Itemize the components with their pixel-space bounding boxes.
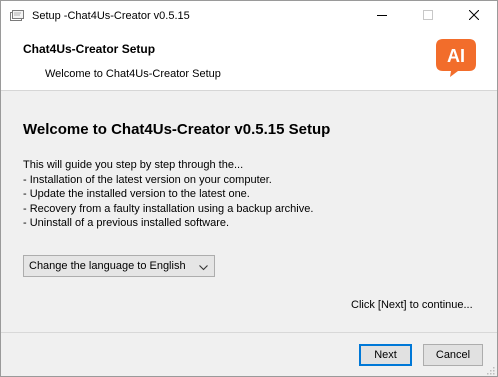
language-dropdown-value: Change the language to English [29,260,186,272]
close-icon [468,9,480,23]
welcome-heading: Welcome to Chat4Us-Creator v0.5.15 Setup [23,121,331,138]
description-line: This will guide you step by step through… [23,159,244,171]
setup-window: Setup -Chat4Us-Creator v0.5.15 Chat4Us-C… [0,0,498,377]
header-title: Chat4Us-Creator Setup [23,42,156,56]
header-subtitle: Welcome to Chat4Us-Creator Setup [45,68,221,80]
footer-divider [1,332,497,333]
resize-grip-icon[interactable] [485,365,495,375]
ai-logo-text: AI [447,46,465,66]
title-bar[interactable]: Setup -Chat4Us-Creator v0.5.15 [1,1,497,31]
chevron-down-icon [199,262,208,274]
installer-icon [10,10,24,22]
window-title: Setup -Chat4Us-Creator v0.5.15 [32,10,190,22]
description-line: - Update the installed version to the la… [23,188,250,201]
minimize-icon [377,10,387,23]
ai-logo: AI [436,39,476,77]
maximize-button[interactable] [405,1,451,31]
description: This will guide you step by step through… [23,158,313,231]
close-button[interactable] [451,1,497,31]
language-dropdown[interactable]: Change the language to English [23,255,215,277]
setup-header: Chat4Us-Creator Setup Welcome to Chat4Us… [1,31,497,91]
cancel-button[interactable]: Cancel [423,344,483,366]
continue-hint: Click [Next] to continue... [351,299,473,311]
next-button[interactable]: Next [359,344,412,366]
minimize-button[interactable] [359,1,405,31]
description-line: - Recovery from a faulty installation us… [23,202,314,215]
description-line: - Installation of the latest version on … [23,173,272,186]
description-line: - Uninstall of a previous installed soft… [23,217,230,230]
maximize-icon [423,9,433,23]
